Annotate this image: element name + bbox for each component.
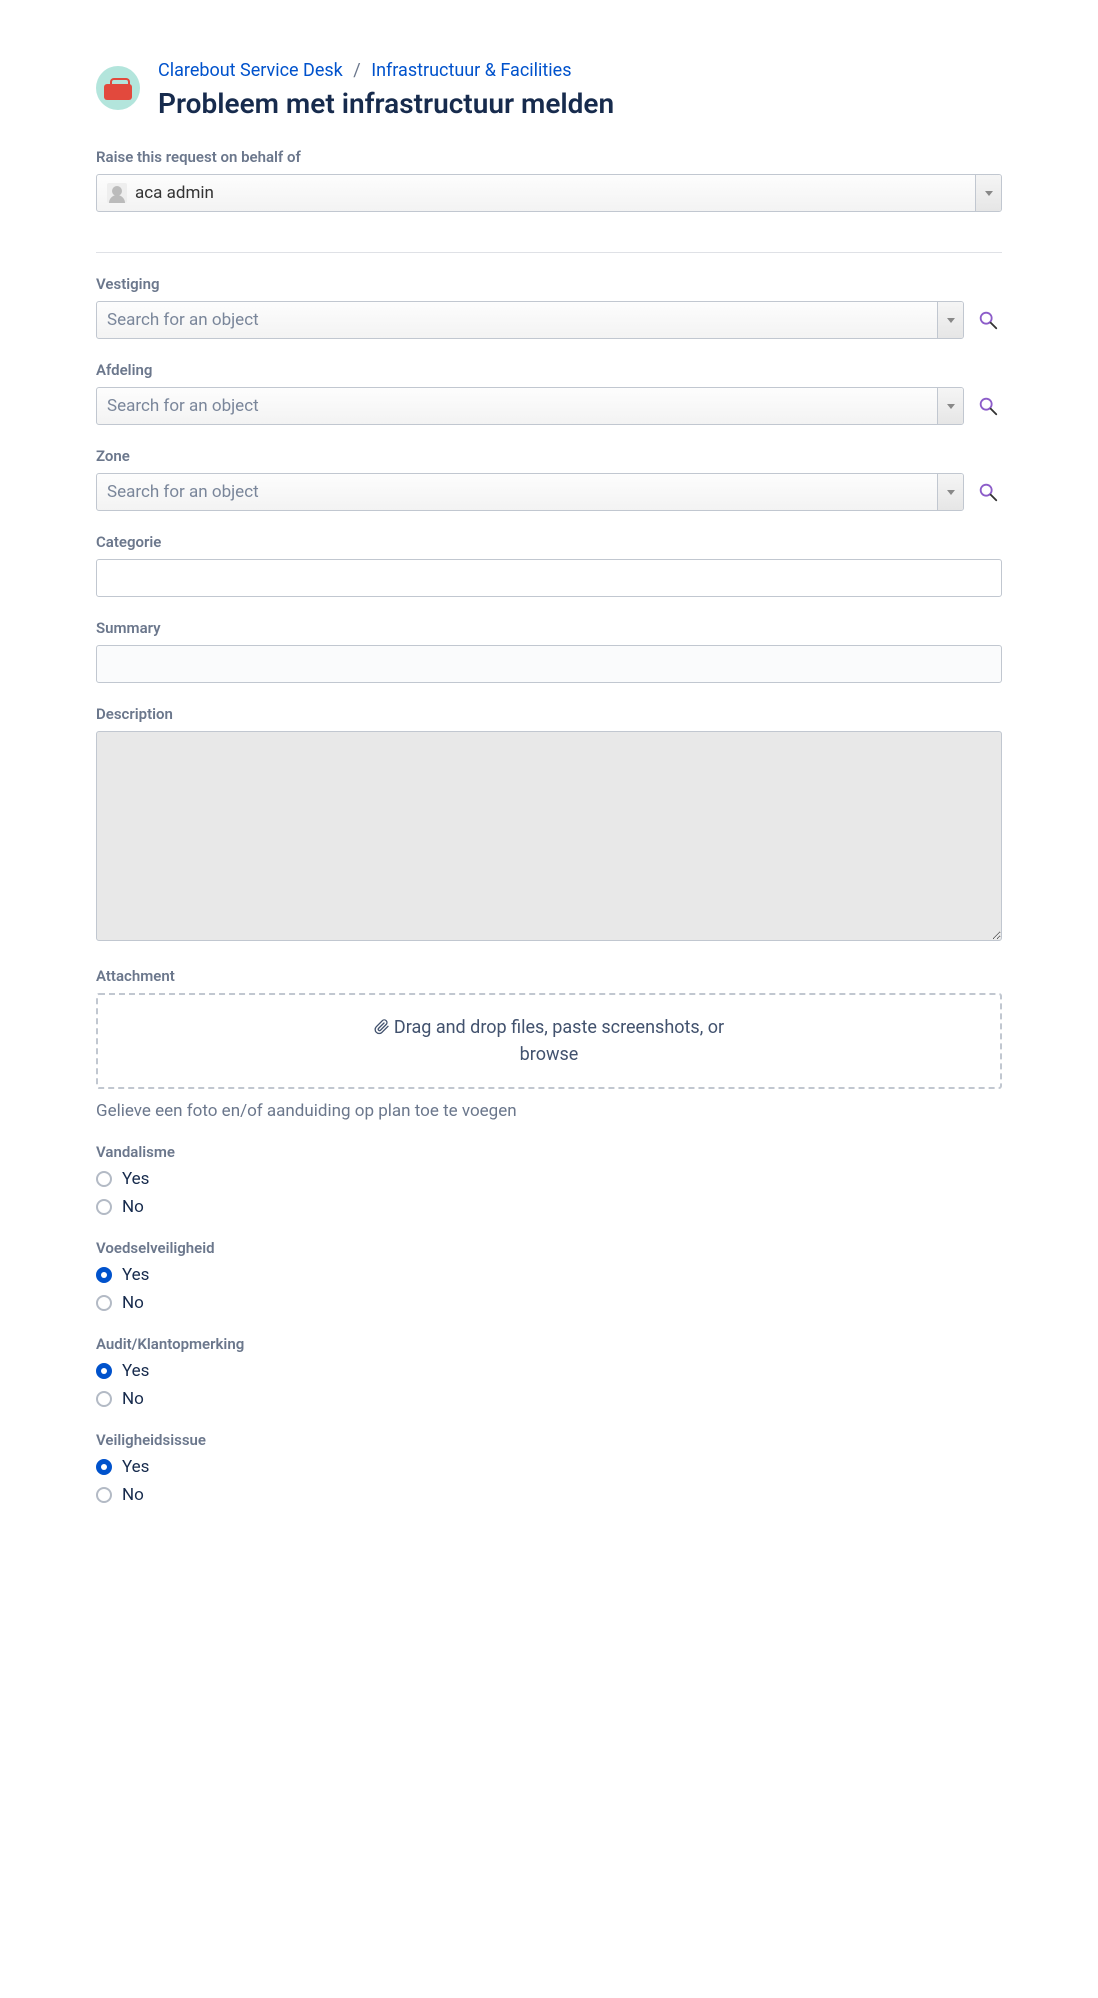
audit-yes-radio[interactable]: Yes	[96, 1361, 1002, 1381]
vandalisme-yes-radio[interactable]: Yes	[96, 1169, 1002, 1189]
attachment-label: Attachment	[96, 967, 1002, 985]
afdeling-label: Afdeling	[96, 361, 1002, 379]
vandalisme-label: Vandalisme	[96, 1143, 1002, 1161]
description-label: Description	[96, 705, 1002, 723]
chevron-down-icon	[937, 302, 963, 338]
search-icon[interactable]	[974, 478, 1002, 506]
zone-label: Zone	[96, 447, 1002, 465]
vandalisme-no-radio[interactable]: No	[96, 1197, 1002, 1217]
radio-icon	[96, 1199, 112, 1215]
attachment-hint: Gelieve een foto en/of aanduiding op pla…	[96, 1101, 1002, 1121]
radio-label: Yes	[122, 1361, 149, 1381]
radio-icon	[96, 1487, 112, 1503]
avatar-icon	[107, 183, 127, 203]
radio-icon	[96, 1295, 112, 1311]
afdeling-select[interactable]: Search for an object	[96, 387, 964, 425]
radio-icon	[96, 1459, 112, 1475]
voedselveiligheid-yes-radio[interactable]: Yes	[96, 1265, 1002, 1285]
requester-select[interactable]: aca admin	[96, 174, 1002, 212]
radio-label: Yes	[122, 1169, 149, 1189]
afdeling-placeholder: Search for an object	[97, 396, 937, 416]
radio-label: No	[122, 1293, 144, 1313]
categorie-input[interactable]	[96, 559, 1002, 597]
description-textarea[interactable]	[96, 731, 1002, 941]
radio-label: No	[122, 1485, 144, 1505]
categorie-label: Categorie	[96, 533, 1002, 551]
section-divider	[96, 252, 1002, 253]
radio-label: Yes	[122, 1457, 149, 1477]
voedselveiligheid-label: Voedselveiligheid	[96, 1239, 1002, 1257]
radio-icon	[96, 1363, 112, 1379]
chevron-down-icon	[975, 175, 1001, 211]
radio-icon	[96, 1171, 112, 1187]
radio-label: Yes	[122, 1265, 149, 1285]
breadcrumb: Clarebout Service Desk / Infrastructuur …	[158, 60, 1002, 81]
portal-icon	[96, 66, 140, 110]
search-icon[interactable]	[974, 306, 1002, 334]
breadcrumb-category-link[interactable]: Infrastructuur & Facilities	[371, 60, 571, 81]
summary-label: Summary	[96, 619, 1002, 637]
zone-select[interactable]: Search for an object	[96, 473, 964, 511]
breadcrumb-separator: /	[353, 60, 360, 81]
chevron-down-icon	[937, 388, 963, 424]
dropzone-browse[interactable]: browse	[108, 1044, 990, 1065]
requester-value: aca admin	[135, 183, 214, 203]
radio-icon	[96, 1267, 112, 1283]
vestiging-placeholder: Search for an object	[97, 310, 937, 330]
veiligheidsissue-yes-radio[interactable]: Yes	[96, 1457, 1002, 1477]
audit-no-radio[interactable]: No	[96, 1389, 1002, 1409]
requester-label: Raise this request on behalf of	[96, 148, 1002, 166]
dropzone-text: Drag and drop files, paste screenshots, …	[394, 1017, 724, 1038]
breadcrumb-portal-link[interactable]: Clarebout Service Desk	[158, 60, 343, 81]
attachment-dropzone[interactable]: Drag and drop files, paste screenshots, …	[96, 993, 1002, 1089]
page-title: Probleem met infrastructuur melden	[158, 87, 1002, 120]
chevron-down-icon	[937, 474, 963, 510]
radio-icon	[96, 1391, 112, 1407]
vestiging-select[interactable]: Search for an object	[96, 301, 964, 339]
search-icon[interactable]	[974, 392, 1002, 420]
summary-input[interactable]	[96, 645, 1002, 683]
audit-label: Audit/Klantopmerking	[96, 1335, 1002, 1353]
zone-placeholder: Search for an object	[97, 482, 937, 502]
radio-label: No	[122, 1389, 144, 1409]
vestiging-label: Vestiging	[96, 275, 1002, 293]
voedselveiligheid-no-radio[interactable]: No	[96, 1293, 1002, 1313]
radio-label: No	[122, 1197, 144, 1217]
veiligheidsissue-no-radio[interactable]: No	[96, 1485, 1002, 1505]
paperclip-icon	[374, 1019, 390, 1040]
veiligheidsissue-label: Veiligheidsissue	[96, 1431, 1002, 1449]
